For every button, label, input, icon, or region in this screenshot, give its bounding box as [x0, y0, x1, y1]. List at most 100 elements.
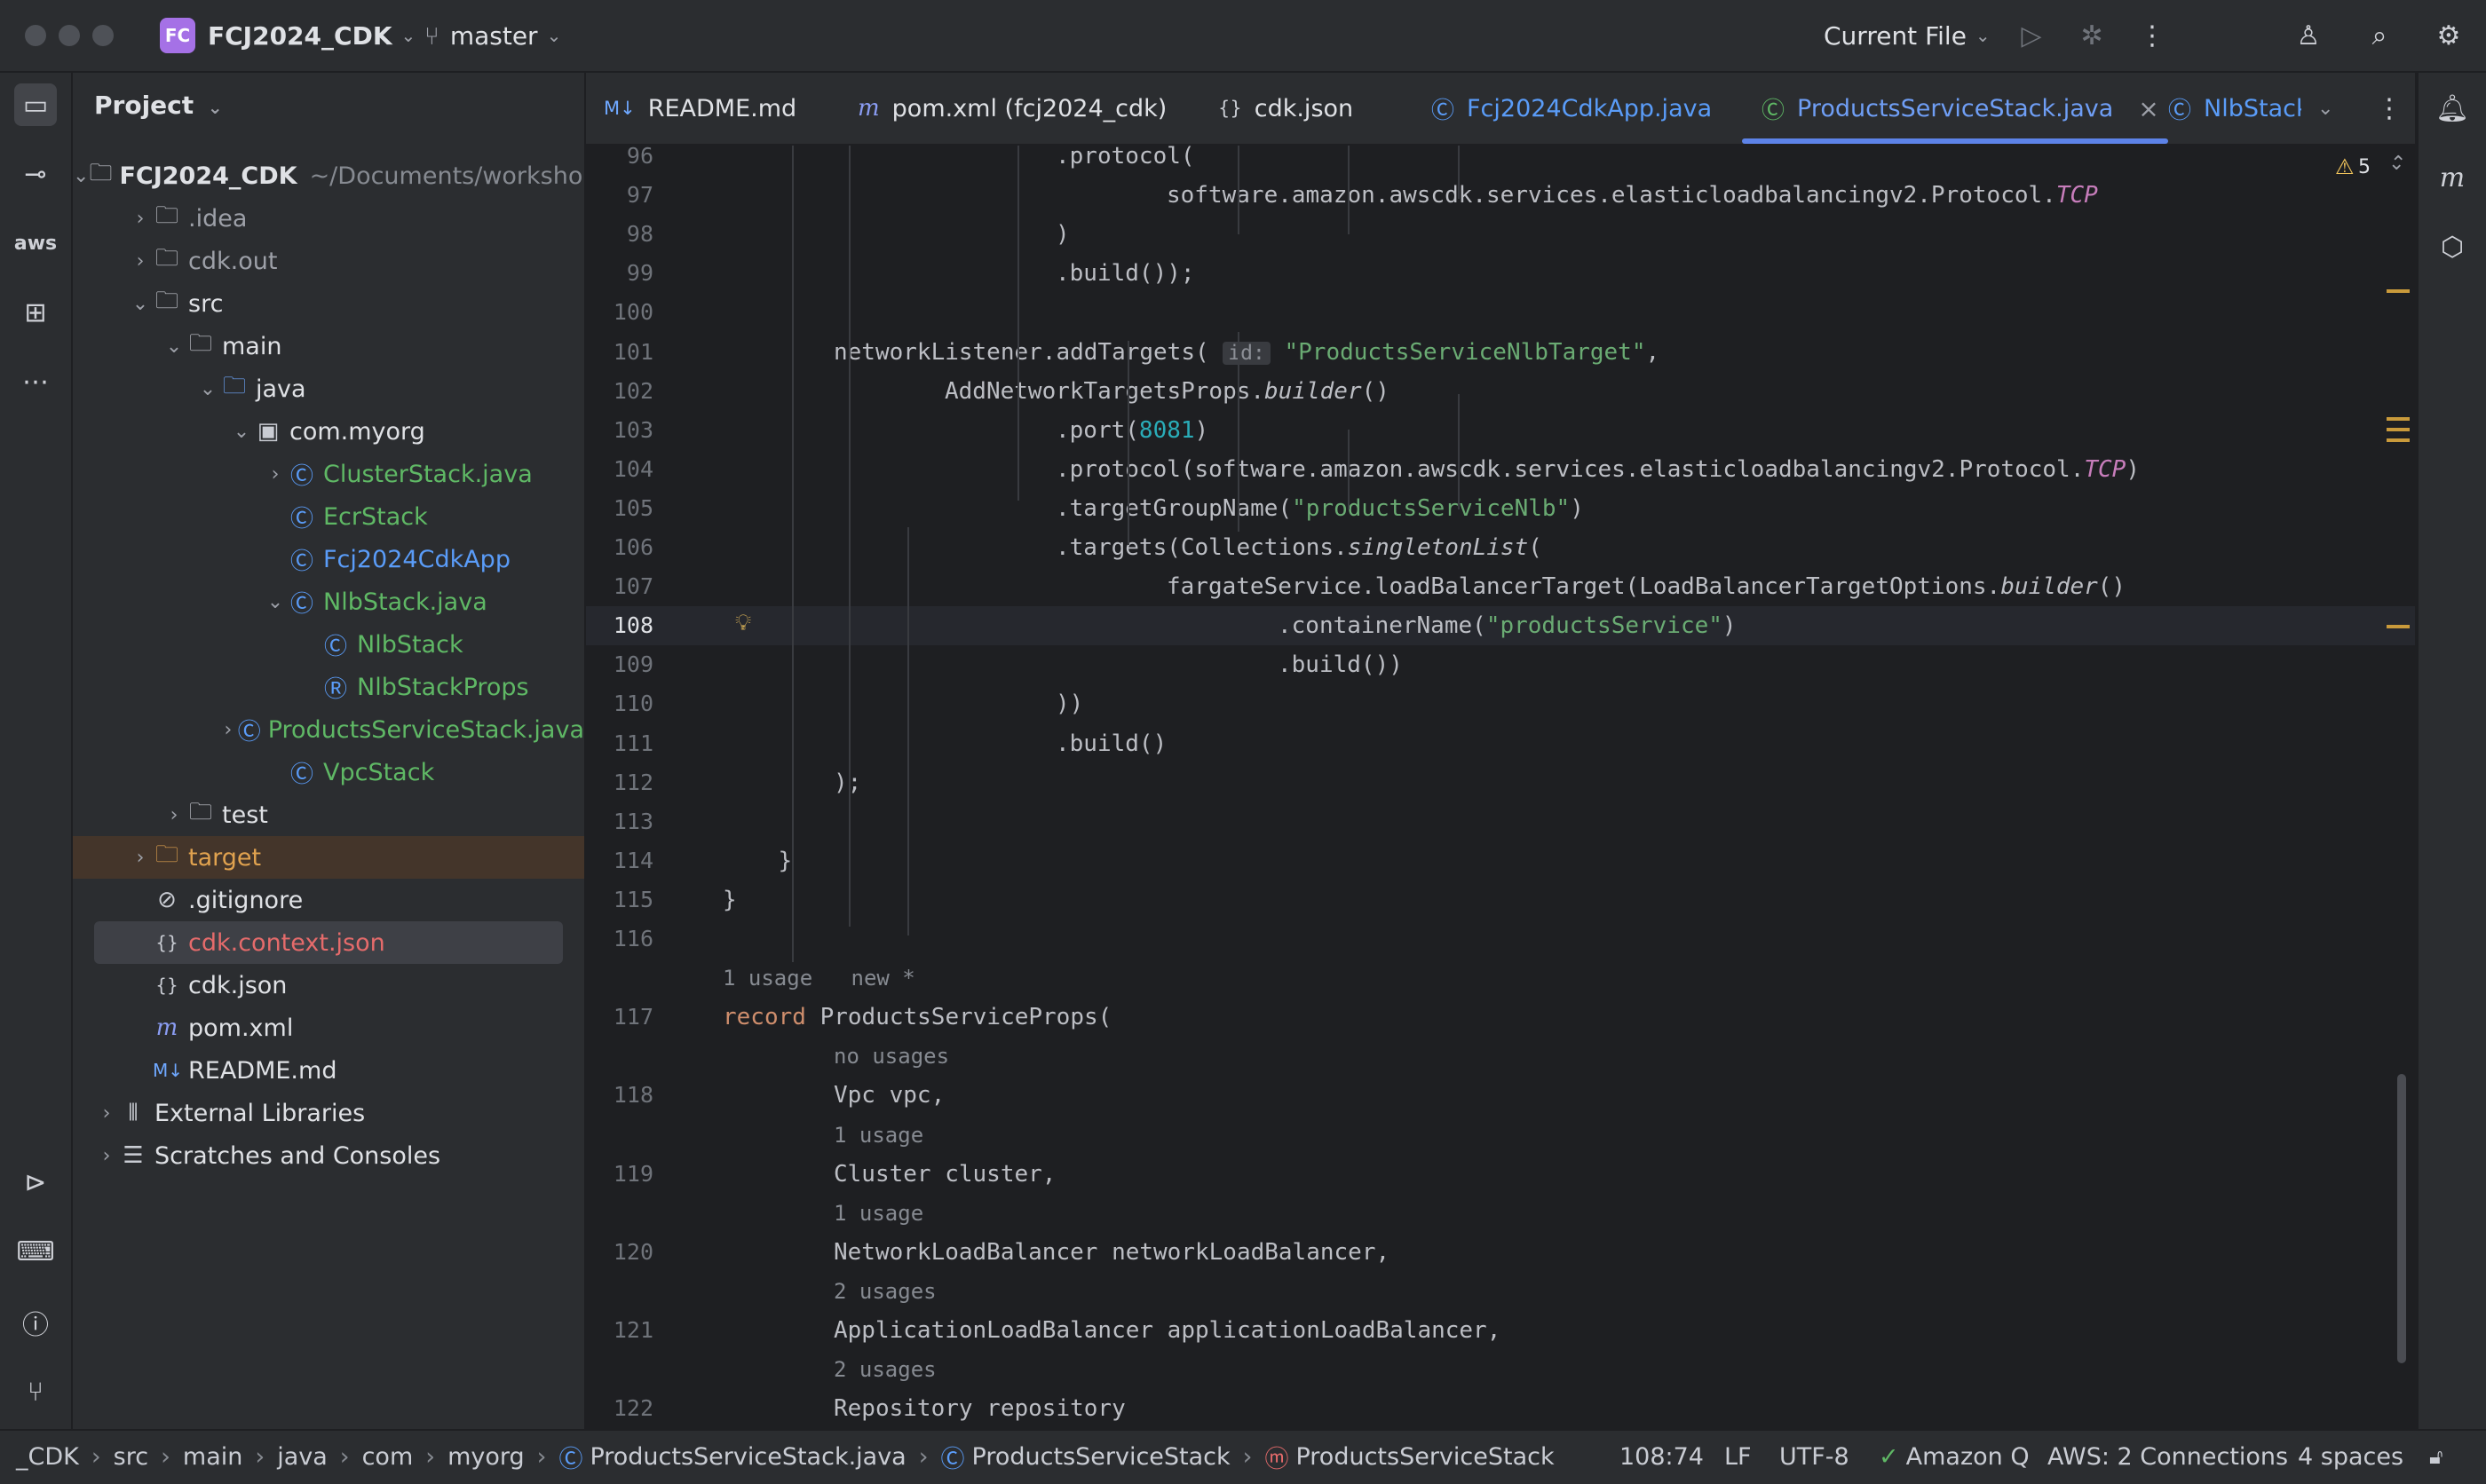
code-line[interactable]: 113 — [586, 802, 2415, 841]
inlay-hint-line[interactable]: 2 usages — [586, 1272, 2415, 1311]
tree-item[interactable]: › Ⓒ ProductsServiceStack.java — [73, 708, 584, 751]
warning-marker[interactable] — [2387, 625, 2410, 628]
code-line[interactable]: 105 .targetGroupName("productsServiceNlb"… — [586, 489, 2415, 528]
usage-hint[interactable]: 1 usage new * — [723, 959, 915, 998]
code-line[interactable]: 119 Cluster cluster, — [586, 1155, 2415, 1194]
breadcrumb-item[interactable]: ProductsServiceStack.java — [590, 1443, 906, 1471]
code-line[interactable]: 108 .containerName("productsService") 💡︎ — [586, 606, 2415, 646]
breadcrumb-item[interactable]: _CDK — [16, 1443, 79, 1471]
code-line[interactable]: 100 — [586, 293, 2415, 332]
tree-item[interactable]: › 🗀 cdk.out — [73, 240, 584, 282]
breadcrumb-item[interactable]: ProductsServiceStack — [1295, 1443, 1554, 1471]
code-line[interactable]: 115} — [586, 880, 2415, 920]
code-line[interactable]: 102 AddNetworkTargetsProps.builder() — [586, 372, 2415, 411]
chevron-right-icon[interactable]: › — [128, 847, 153, 869]
code-line[interactable]: 98) — [586, 215, 2415, 254]
tree-item[interactable]: ⌄ 🗀 java — [73, 367, 584, 410]
maven-icon[interactable]: m — [2431, 156, 2474, 199]
breadcrumb-item[interactable]: myorg — [447, 1443, 525, 1471]
editor-scrollbar[interactable] — [2397, 1074, 2406, 1363]
code-line[interactable]: 110)) — [586, 684, 2415, 723]
chevron-down-icon[interactable]: ⌄ — [229, 421, 254, 443]
aws-toolkit-icon[interactable]: aws — [14, 222, 57, 264]
project-switcher[interactable]: FC FCJ2024_CDK ⌄ — [160, 18, 416, 53]
chevron-right-icon[interactable]: › — [94, 1102, 119, 1125]
tree-item[interactable]: ⊘ .gitignore — [73, 879, 584, 921]
problems-icon[interactable]: ⓘ — [14, 1301, 57, 1344]
tree-item[interactable]: Ⓒ VpcStack — [73, 751, 584, 793]
branch-switcher[interactable]: ⑂ master ⌄ — [424, 18, 561, 53]
warning-marker[interactable] — [2387, 289, 2410, 293]
aws-connections[interactable]: AWS: 2 Connections — [2047, 1431, 2288, 1482]
more-tools-icon[interactable]: ⋯ — [14, 360, 57, 403]
inlay-hint-line[interactable]: 1 usage — [586, 1116, 2415, 1155]
editor-tab[interactable]: Ⓒ NlbStack — [2168, 73, 2301, 144]
close-window-button[interactable] — [25, 25, 46, 46]
code-line[interactable]: 104 .protocol(software.amazon.awscdk.serv… — [586, 450, 2415, 489]
chevron-right-icon[interactable]: › — [128, 208, 153, 230]
tree-item[interactable]: › 🗀 .idea — [73, 197, 584, 240]
chevron-right-icon[interactable]: › — [94, 1145, 119, 1167]
lock-icon[interactable]: 🔓︎ — [2429, 1431, 2443, 1482]
notifications-bell-icon[interactable]: 🔔︎ — [2431, 87, 2474, 130]
tree-item[interactable]: {} cdk.context.json — [94, 921, 563, 964]
project-panel-header[interactable]: Project ⌄ — [94, 91, 223, 120]
tabs-dropdown-icon[interactable]: ⌄ — [2317, 73, 2333, 144]
tree-item[interactable]: › 🗀 test — [73, 793, 584, 836]
caret-position[interactable]: 108:74 — [1619, 1431, 1704, 1482]
chevron-right-icon[interactable]: › — [263, 463, 288, 485]
chevron-right-icon[interactable]: › — [162, 804, 186, 826]
chevron-right-icon[interactable]: › — [128, 250, 153, 272]
breadcrumb-item[interactable]: java — [277, 1443, 328, 1471]
tab-more-icon[interactable]: ⋮ — [2376, 73, 2403, 144]
breadcrumb-item[interactable]: com — [362, 1443, 414, 1471]
search-icon[interactable]: ⌕ — [2362, 18, 2397, 53]
tree-item[interactable]: Ⓒ Fcj2024CdkApp — [73, 538, 584, 580]
tree-item[interactable]: ⌄ 🗀 FCJ2024_CDK ~/Documents/workshop — [73, 154, 584, 197]
project-folder-icon[interactable]: ▭ — [14, 83, 57, 126]
tree-item[interactable]: ⌄ 🗀 main — [73, 325, 584, 367]
code-line[interactable]: 103 .port(8081) — [586, 411, 2415, 450]
tree-item[interactable]: › 🗀 target — [73, 836, 584, 879]
code-line[interactable]: 121 ApplicationLoadBalancer applicationLo… — [586, 1311, 2415, 1350]
chevron-down-icon[interactable]: ⌄ — [162, 335, 186, 358]
editor-tab[interactable]: Ⓒ Fcj2024CdkApp.java — [1431, 73, 1712, 144]
code-line[interactable]: 117 record ProductsServiceProps( — [586, 998, 2415, 1037]
tree-item[interactable]: Ⓒ EcrStack — [73, 495, 584, 538]
tree-item[interactable]: › ⫴ External Libraries — [73, 1092, 584, 1134]
tree-item[interactable]: Ⓡ NlbStackProps — [73, 666, 584, 708]
breadcrumb-item[interactable]: main — [183, 1443, 242, 1471]
lightbulb-icon[interactable]: 💡︎ — [735, 610, 751, 637]
inlay-hint-line[interactable]: no usages — [586, 1037, 2415, 1076]
code-line[interactable]: 122 Repository repository — [586, 1389, 2415, 1428]
code-line[interactable]: 96 .protocol( — [586, 146, 2415, 176]
close-tab-icon[interactable]: × — [2138, 94, 2158, 123]
code-line[interactable]: 114} — [586, 841, 2415, 880]
settings-gear-icon[interactable]: ⚙ — [2431, 18, 2466, 53]
maximize-window-button[interactable] — [92, 25, 114, 46]
tree-item[interactable]: › Ⓒ ClusterStack.java — [73, 453, 584, 495]
code-editor[interactable]: 96 .protocol(97 software.amazon.awscdk.ser… — [586, 146, 2415, 1429]
code-line[interactable]: 116 — [586, 920, 2415, 959]
usage-hint[interactable]: no usages — [834, 1037, 949, 1076]
tree-item[interactable]: ⌄ ▣ com.myorg — [73, 410, 584, 453]
chevron-down-icon[interactable]: ⌄ — [263, 591, 288, 613]
run-icon[interactable]: ▷ — [2014, 18, 2049, 53]
code-line[interactable]: 106 .targets(Collections.singletonList( — [586, 528, 2415, 567]
warning-marker[interactable] — [2387, 438, 2410, 442]
debug-icon[interactable]: ✲ — [2074, 18, 2110, 53]
amazon-q-status[interactable]: ✓ Amazon Q — [1879, 1431, 2030, 1482]
warning-marker[interactable] — [2387, 428, 2410, 431]
file-encoding[interactable]: UTF-8 — [1779, 1431, 1849, 1482]
editor-tab[interactable]: Ⓒ ProductsServiceStack.java × — [1742, 73, 2168, 144]
code-line[interactable]: 97 software.amazon.awscdk.services.elasti… — [586, 176, 2415, 215]
chevron-down-icon[interactable]: ⌄ — [128, 293, 153, 315]
code-line[interactable]: 120 NetworkLoadBalancer networkLoadBalanc… — [586, 1233, 2415, 1272]
tree-item[interactable]: › ☰ Scratches and Consoles — [73, 1134, 584, 1177]
inlay-hint-line[interactable]: 2 usages — [586, 1350, 2415, 1389]
tree-item[interactable]: Ⓒ NlbStack — [73, 623, 584, 666]
terminal-icon[interactable]: ⌨ — [14, 1230, 57, 1273]
run-config-selector[interactable]: Current File ⌄ — [1824, 18, 1991, 53]
commit-icon[interactable]: ⊸ — [14, 153, 57, 195]
structure-icon[interactable]: ⊞ — [14, 291, 57, 334]
